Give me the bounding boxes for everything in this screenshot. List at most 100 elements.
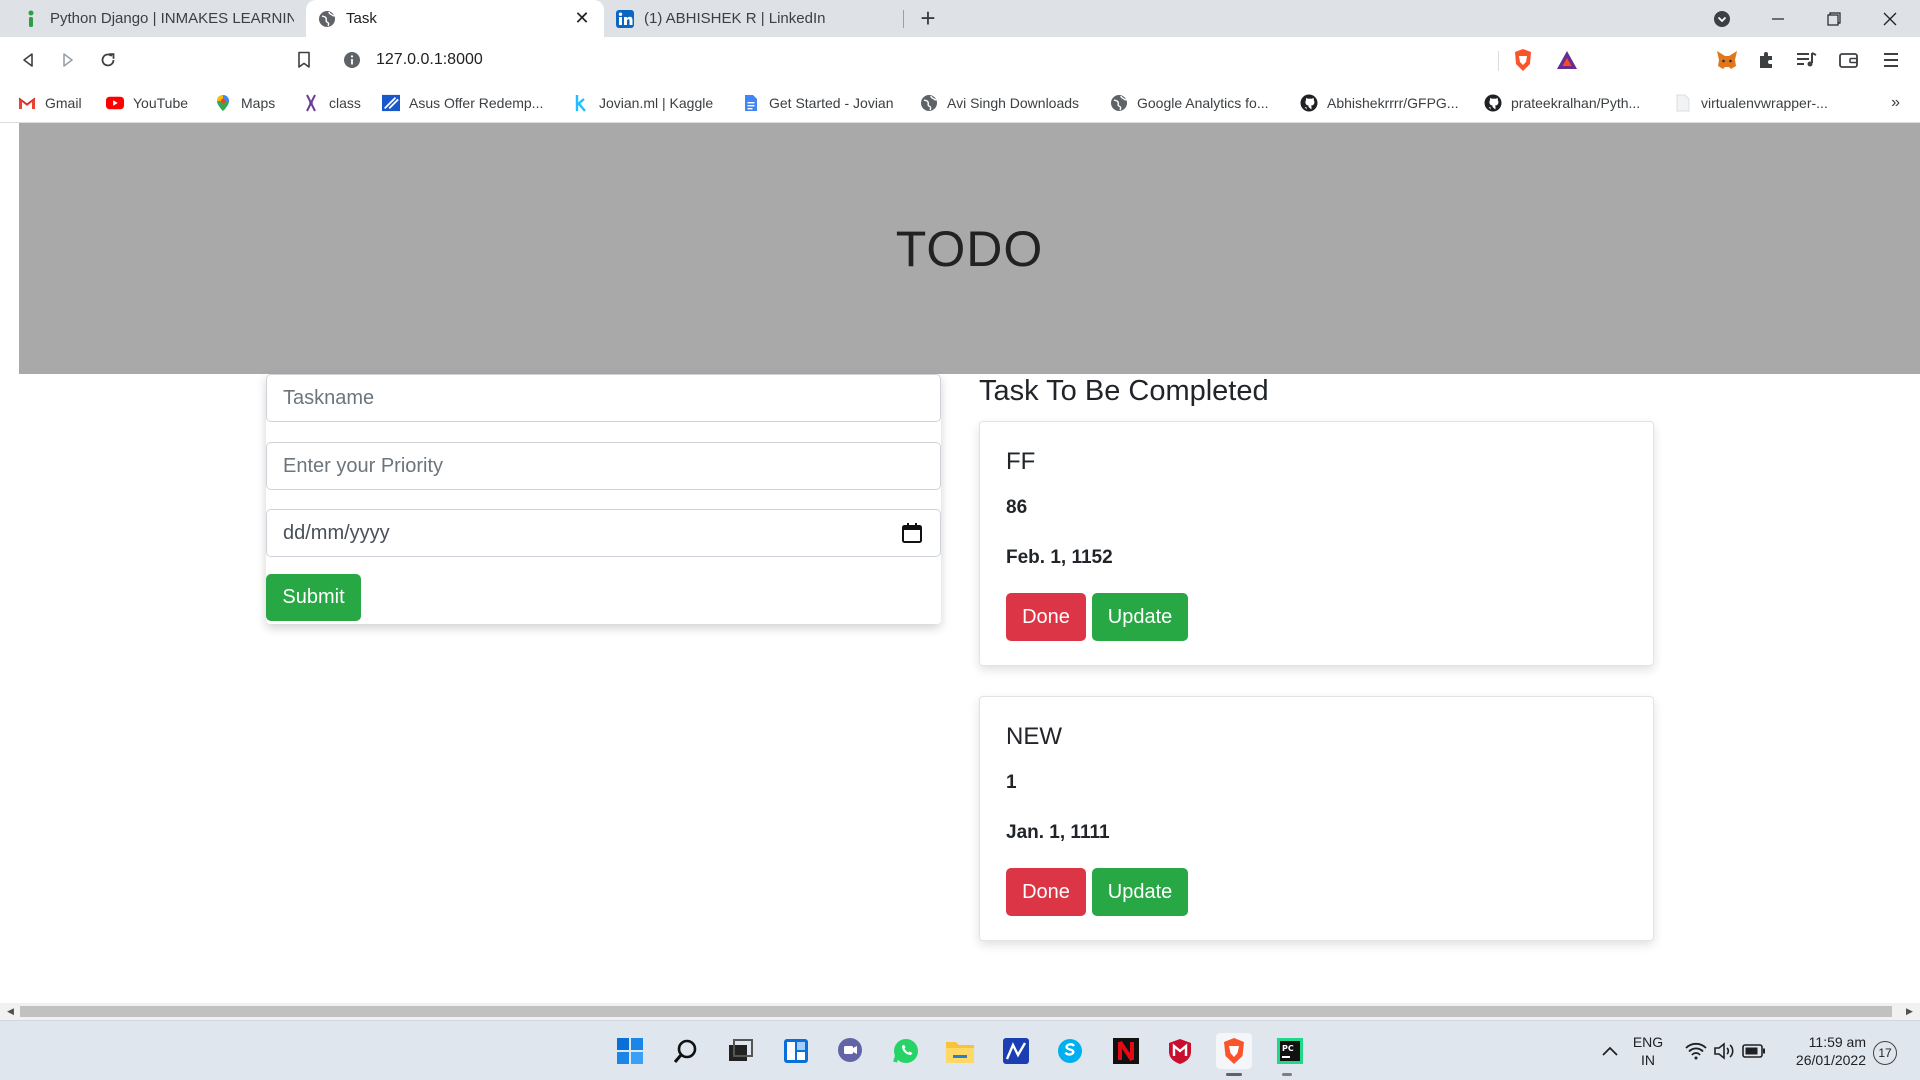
tab-inmakes[interactable]: Python Django | INMAKES LEARNING	[10, 0, 306, 37]
bookmark-maps[interactable]: Maps	[214, 83, 275, 123]
notification-badge[interactable]: 17	[1873, 1041, 1897, 1065]
page-viewport: TODO Taskname Enter your Priority dd/mm/…	[0, 123, 1920, 1003]
bookmark-class[interactable]: class	[302, 83, 361, 123]
bookmark-label: Jovian.ml | Kaggle	[599, 95, 714, 111]
bookmark-gfpgan[interactable]: Abhishekrrrr/GFPG...	[1300, 83, 1458, 123]
taskname-input[interactable]: Taskname	[266, 374, 941, 422]
bookmark-jovian[interactable]: Get Started - Jovian	[742, 83, 894, 123]
media-controls-icon[interactable]	[1792, 45, 1822, 75]
site-info-icon[interactable]	[342, 50, 362, 70]
math-app-icon[interactable]	[998, 1033, 1034, 1069]
task-view-icon[interactable]	[722, 1033, 758, 1069]
bookmark-label: YouTube	[133, 95, 189, 111]
tab-separator	[903, 10, 904, 28]
tab-label: (1) ABHISHEK R | LinkedIn	[644, 10, 826, 27]
update-button[interactable]: Update	[1092, 868, 1188, 916]
menu-icon[interactable]	[1876, 45, 1906, 75]
skype-icon[interactable]	[1052, 1033, 1088, 1069]
calendar-icon[interactable]	[900, 521, 924, 545]
address-url: 127.0.0.1:8000	[376, 51, 483, 68]
bookmark-asus[interactable]: Asus Offer Redemp...	[382, 83, 543, 123]
brave-rewards-icon[interactable]	[1552, 45, 1582, 75]
close-window-icon[interactable]	[1862, 0, 1918, 37]
bookmark-prateek[interactable]: prateekralhan/Pyth...	[1484, 83, 1640, 123]
forward-icon[interactable]	[52, 44, 84, 76]
asus-icon	[382, 94, 400, 112]
minimize-icon[interactable]	[1750, 0, 1806, 37]
date-placeholder: dd/mm/yyyy	[283, 521, 390, 544]
windows-taskbar: PC ENG IN 11:59 am 26/01/2022 17	[0, 1020, 1920, 1080]
brave-shields-icon[interactable]	[1508, 45, 1538, 75]
tab-label: Task	[346, 10, 377, 27]
linkedin-icon	[616, 9, 634, 28]
back-icon[interactable]	[12, 44, 44, 76]
task-name: NEW	[1006, 723, 1062, 750]
bookmark-kaggle[interactable]: Jovian.ml | Kaggle	[572, 83, 713, 123]
metamask-icon[interactable]	[1712, 45, 1742, 75]
search-icon[interactable]	[668, 1033, 704, 1069]
svg-text:PC: PC	[1282, 1044, 1294, 1053]
wallet-icon[interactable]	[1834, 45, 1864, 75]
priority-placeholder: Enter your Priority	[283, 454, 444, 477]
submit-button[interactable]: Submit	[266, 574, 361, 621]
netflix-icon[interactable]	[1108, 1033, 1144, 1069]
tab-search-icon[interactable]	[1694, 0, 1750, 37]
tab-task[interactable]: Task ✕	[306, 0, 604, 37]
bookmark-google-analytics[interactable]: Google Analytics fo...	[1110, 83, 1269, 123]
widgets-icon[interactable]	[778, 1033, 814, 1069]
bookmark-label: Gmail	[45, 95, 82, 111]
bookmark-gmail[interactable]: Gmail	[18, 83, 82, 123]
bookmark-label: class	[329, 95, 361, 111]
pycharm-icon[interactable]: PC	[1272, 1033, 1308, 1069]
reload-icon[interactable]	[92, 44, 124, 76]
windows-start-icon[interactable]	[612, 1033, 648, 1069]
page-icon	[1674, 94, 1692, 112]
address-bar[interactable]: 127.0.0.1:8000	[330, 42, 1590, 78]
globe-icon	[318, 10, 336, 28]
bookmark-avi-singh[interactable]: Avi Singh Downloads	[920, 83, 1079, 123]
clock-date: 26/01/2022	[1795, 1052, 1866, 1068]
globe-icon	[1110, 94, 1128, 112]
more-bookmarks-icon[interactable]: »	[1891, 83, 1900, 123]
priority-input[interactable]: Enter your Priority	[266, 442, 941, 490]
tab-linkedin[interactable]: (1) ABHISHEK R | LinkedIn	[604, 0, 902, 37]
scrollbar-thumb[interactable]	[20, 1006, 1892, 1017]
scroll-right-icon[interactable]: ▶	[1901, 1003, 1918, 1020]
horizontal-scrollbar[interactable]: ◀ ▶	[0, 1003, 1920, 1020]
kaggle-icon	[572, 94, 590, 112]
update-button[interactable]: Update	[1092, 593, 1188, 641]
language-indicator[interactable]: ENG IN	[1628, 1033, 1668, 1069]
done-button[interactable]: Done	[1006, 593, 1086, 641]
date-input[interactable]: dd/mm/yyyy	[266, 509, 941, 557]
restore-icon[interactable]	[1806, 0, 1862, 37]
bookmark-label: Abhishekrrrr/GFPG...	[1327, 95, 1459, 111]
brave-browser-icon[interactable]	[1216, 1033, 1252, 1069]
bookmark-label: prateekralhan/Pyth...	[1511, 95, 1641, 111]
bookmark-label: Maps	[241, 95, 276, 111]
browser-toolbar: 127.0.0.1:8000	[0, 37, 1920, 83]
bookmark-label: Avi Singh Downloads	[947, 95, 1080, 111]
chevron-up-icon[interactable]	[1592, 1033, 1628, 1069]
docs-icon	[742, 94, 760, 112]
done-button[interactable]: Done	[1006, 868, 1086, 916]
new-tab-button[interactable]: +	[914, 3, 942, 33]
whatsapp-icon[interactable]	[888, 1033, 924, 1069]
add-task-form: Taskname Enter your Priority dd/mm/yyyy …	[266, 374, 941, 624]
hero-banner: TODO	[19, 123, 1920, 374]
file-explorer-icon[interactable]	[942, 1033, 978, 1069]
clock[interactable]: 11:59 am 26/01/2022	[1776, 1033, 1866, 1069]
bookmark-youtube[interactable]: YouTube	[106, 83, 188, 123]
class-icon	[302, 94, 320, 112]
task-name: FF	[1006, 448, 1036, 475]
battery-icon[interactable]	[1736, 1033, 1772, 1069]
bookmark-icon[interactable]	[288, 44, 320, 76]
youtube-icon	[106, 94, 124, 112]
mcafee-icon[interactable]	[1162, 1033, 1198, 1069]
scroll-left-icon[interactable]: ◀	[2, 1003, 19, 1020]
extensions-icon[interactable]	[1752, 45, 1782, 75]
clock-time: 11:59 am	[1808, 1034, 1866, 1050]
close-tab-icon[interactable]: ✕	[572, 8, 592, 29]
language-region: IN	[1641, 1052, 1655, 1068]
bookmark-virtualenvwrapper[interactable]: virtualenvwrapper-...	[1674, 83, 1828, 123]
teams-chat-icon[interactable]	[832, 1033, 868, 1069]
